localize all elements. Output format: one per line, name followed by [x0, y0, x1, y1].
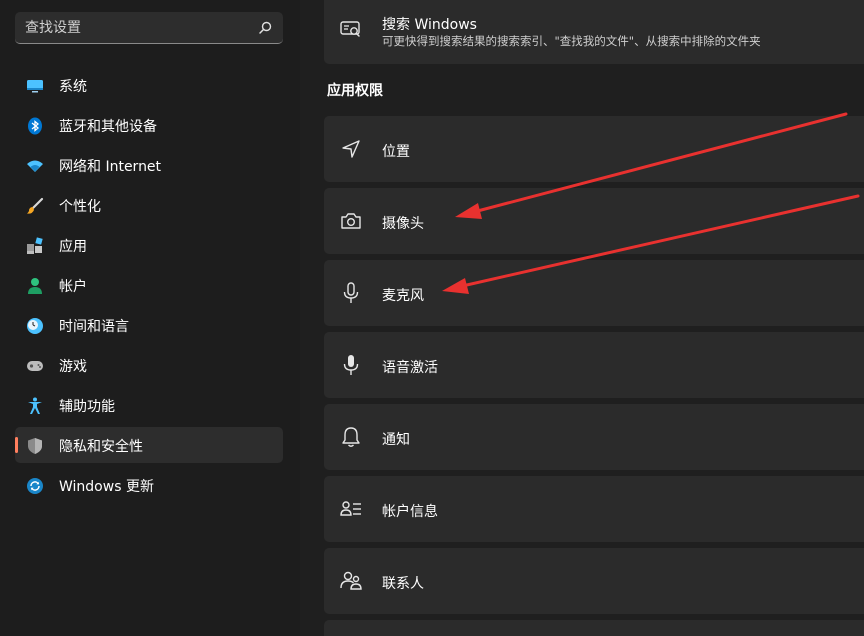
permission-label: 联系人 — [382, 576, 424, 592]
sidebar-item-accessibility[interactable]: 辅助功能 — [15, 387, 283, 423]
microphone-icon — [340, 282, 362, 304]
permission-location[interactable]: 位置 — [324, 116, 864, 182]
contacts-icon — [340, 570, 362, 592]
sidebar-item-label: 蓝牙和其他设备 — [59, 119, 157, 135]
gamepad-icon — [26, 357, 44, 375]
permission-label: 麦克风 — [382, 288, 424, 304]
clock-globe-icon — [26, 317, 44, 335]
permission-next-partial[interactable] — [324, 620, 864, 636]
account-icon — [26, 277, 44, 295]
sidebar-item-personalization[interactable]: 个性化 — [15, 187, 283, 223]
sidebar-item-label: 辅助功能 — [59, 399, 115, 415]
sidebar-item-label: 游戏 — [59, 359, 87, 375]
active-indicator — [15, 437, 18, 453]
search-windows-card[interactable]: 搜索 Windows 可更快得到搜索结果的搜索索引、"查找我的文件"、从搜索中排… — [324, 0, 864, 64]
sidebar-item-label: 系统 — [59, 79, 87, 95]
monitor-icon — [26, 77, 44, 95]
sidebar-item-label: 帐户 — [59, 279, 87, 295]
camera-icon — [340, 210, 362, 232]
sidebar-item-bluetooth[interactable]: 蓝牙和其他设备 — [15, 107, 283, 143]
sidebar-item-network[interactable]: 网络和 Internet — [15, 147, 283, 183]
sidebar-item-accounts[interactable]: 帐户 — [15, 267, 283, 303]
brush-icon — [26, 197, 44, 215]
sidebar: 系统 蓝牙和其他设备 网络和 Internet 个性化 应用 帐户 — [0, 0, 300, 636]
permission-label: 摄像头 — [382, 216, 424, 232]
sidebar-item-label: 个性化 — [59, 199, 101, 215]
accessibility-icon — [26, 397, 44, 415]
sidebar-item-label: 网络和 Internet — [59, 159, 162, 175]
search-icon[interactable] — [257, 20, 273, 36]
search-input[interactable] — [15, 12, 245, 43]
permission-voice-activation[interactable]: 语音激活 — [324, 332, 864, 398]
search-windows-subtitle: 可更快得到搜索结果的搜索索引、"查找我的文件"、从搜索中排除的文件夹 — [382, 34, 761, 48]
permission-contacts[interactable]: 联系人 — [324, 548, 864, 614]
permission-label: 通知 — [382, 432, 410, 448]
sidebar-item-label: Windows 更新 — [59, 479, 154, 495]
account-info-icon — [340, 498, 362, 520]
section-heading-app-permissions: 应用权限 — [327, 83, 383, 99]
sidebar-item-gaming[interactable]: 游戏 — [15, 347, 283, 383]
sidebar-item-label: 隐私和安全性 — [59, 439, 143, 455]
sidebar-item-apps[interactable]: 应用 — [15, 227, 283, 263]
permission-microphone[interactable]: 麦克风 — [324, 260, 864, 326]
update-icon — [26, 477, 44, 495]
sidebar-item-windows-update[interactable]: Windows 更新 — [15, 467, 283, 503]
permission-label: 语音激活 — [382, 360, 438, 376]
main-content: 搜索 Windows 可更快得到搜索结果的搜索索引、"查找我的文件"、从搜索中排… — [300, 0, 864, 636]
permission-notifications[interactable]: 通知 — [324, 404, 864, 470]
sidebar-item-time-language[interactable]: 时间和语言 — [15, 307, 283, 343]
search-windows-title: 搜索 Windows — [382, 17, 477, 33]
bell-icon — [340, 426, 362, 448]
wifi-icon — [26, 157, 44, 175]
sidebar-item-label: 应用 — [59, 239, 87, 255]
sidebar-item-label: 时间和语言 — [59, 319, 129, 335]
shield-icon — [26, 437, 44, 455]
location-icon — [340, 138, 362, 160]
permission-camera[interactable]: 摄像头 — [324, 188, 864, 254]
voice-activation-icon — [340, 354, 362, 376]
search-windows-icon — [340, 19, 362, 41]
search-box[interactable] — [15, 12, 283, 44]
permission-label: 帐户信息 — [382, 504, 438, 520]
apps-icon — [26, 237, 44, 255]
sidebar-item-privacy-security[interactable]: 隐私和安全性 — [15, 427, 283, 463]
bluetooth-icon — [26, 117, 44, 135]
permission-account-info[interactable]: 帐户信息 — [324, 476, 864, 542]
sidebar-item-system[interactable]: 系统 — [15, 67, 283, 103]
permission-label: 位置 — [382, 144, 410, 160]
